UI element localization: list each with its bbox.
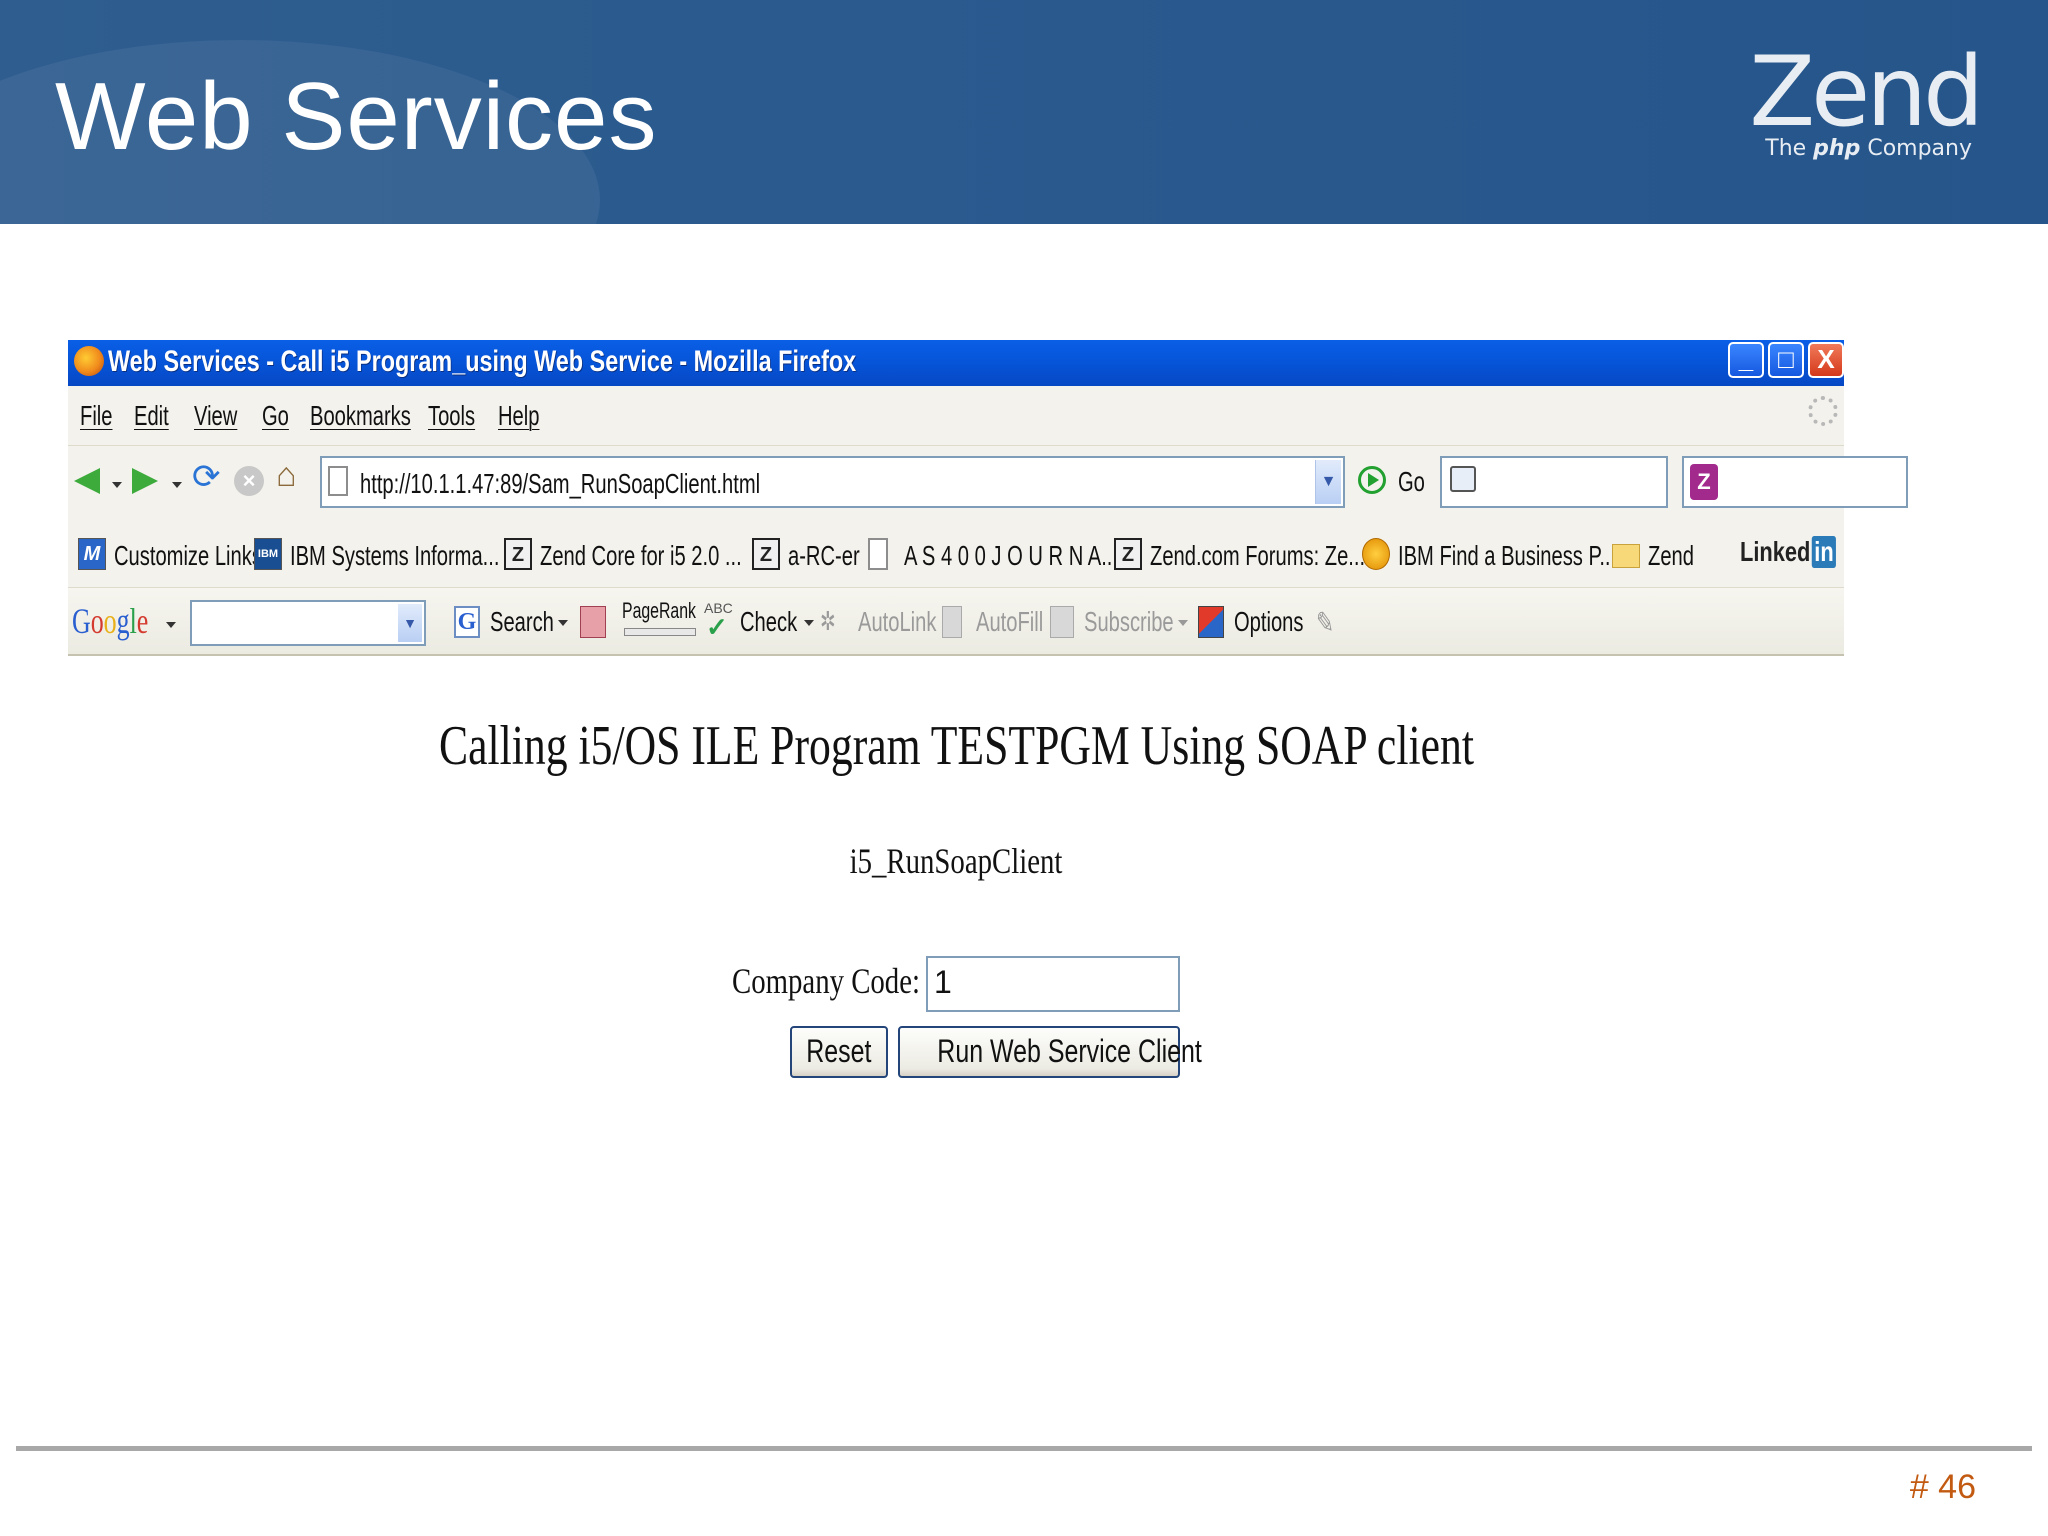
google-logo[interactable]: Google <box>72 600 148 642</box>
firefox-window: Web Services - Call i5 Program_using Web… <box>68 340 1908 1100</box>
address-dropdown-icon[interactable]: ▼ <box>1315 460 1341 504</box>
stop-icon[interactable]: × <box>234 466 264 496</box>
linkedin-button[interactable]: Linked in <box>1740 536 1837 568</box>
customize-icon: M <box>78 538 106 570</box>
navigation-toolbar: ⟳ × ⌂ http://10.1.1.47:89/Sam_RunSoapCli… <box>68 446 1908 518</box>
options-button[interactable]: Options <box>1234 606 1303 638</box>
address-text[interactable]: http://10.1.1.47:89/Sam_RunSoapClient.ht… <box>360 468 760 500</box>
zend-icon: Z <box>752 538 780 570</box>
bookmark-label: IBM Find a Business P... <box>1398 540 1617 571</box>
linkedin-text: Linked <box>1740 536 1811 567</box>
maximize-button[interactable]: □ <box>1768 342 1804 378</box>
google-g-icon[interactable]: G <box>454 606 480 638</box>
highlighter-icon[interactable]: ✎ <box>1316 606 1334 641</box>
window-title: Web Services - Call i5 Program_using Web… <box>108 345 857 378</box>
bookmark-label: A S 4 0 0 J O U R N A... <box>904 540 1119 571</box>
checkmark-icon: ✓ <box>706 612 728 642</box>
check-button[interactable]: Check <box>740 606 797 638</box>
search-engine-icon[interactable] <box>1450 466 1476 492</box>
menu-edit[interactable]: Edit <box>134 400 169 432</box>
page-heading: Calling i5/OS ILE Program TESTPGM Using … <box>438 715 1474 777</box>
throbber-icon <box>1808 396 1838 426</box>
options-icon <box>1198 606 1224 638</box>
subscribe-icon <box>1050 606 1074 638</box>
firefox-icon <box>74 346 104 376</box>
google-search-input[interactable]: ▼ <box>190 600 426 646</box>
check-dropdown-icon[interactable] <box>804 620 814 626</box>
bookmark-label: Zend Core for i5 2.0 ... <box>540 540 742 571</box>
bookmark-label: a-RC-er <box>788 540 860 571</box>
minimize-button[interactable]: _ <box>1728 342 1764 378</box>
zend-search-icon[interactable]: Z <box>1690 464 1718 500</box>
run-web-service-client-button[interactable]: Run Web Service Client <box>898 1026 1202 1078</box>
zend-logo: Zend The php Company <box>1740 36 1984 164</box>
menu-bar: File Edit View Go Bookmarks Tools Help <box>68 386 1844 446</box>
menu-help[interactable]: Help <box>498 400 539 432</box>
subscribe-button[interactable]: Subscribe <box>1084 606 1174 638</box>
autofill-icon <box>942 606 962 638</box>
menu-go[interactable]: Go <box>262 400 289 432</box>
subscribe-dropdown-icon[interactable] <box>1178 620 1188 626</box>
search-dropdown-icon[interactable] <box>558 620 568 626</box>
menu-tools[interactable]: Tools <box>428 400 475 432</box>
window-titlebar[interactable]: Web Services - Call i5 Program_using Web… <box>68 340 1844 386</box>
autolink-button[interactable]: AutoLink <box>858 606 936 638</box>
menu-file[interactable]: File <box>80 400 112 432</box>
bookmarks-toolbar: M Customize Links IBM IBM Systems Inform… <box>68 518 1844 588</box>
form-title: i5_RunSoapClient <box>849 841 1063 881</box>
go-icon[interactable] <box>1358 466 1386 494</box>
footer-divider <box>16 1446 2032 1451</box>
google-search-button[interactable]: Search <box>490 606 554 638</box>
google-search-dropdown-icon[interactable]: ▼ <box>398 604 422 642</box>
zend-icon: Z <box>504 538 532 570</box>
menu-view[interactable]: View <box>194 400 237 432</box>
bookmark-label: Zend.com Forums: Ze... <box>1150 540 1366 571</box>
back-arrow-icon[interactable] <box>74 466 104 496</box>
reset-button[interactable]: Reset <box>790 1026 888 1078</box>
logo-word: Zend <box>1749 36 1984 148</box>
search-box[interactable] <box>1440 456 1668 508</box>
zend-icon: Z <box>1114 538 1142 570</box>
google-menu-dropdown-icon[interactable] <box>166 622 176 628</box>
forward-arrow-icon[interactable] <box>130 466 160 496</box>
logo-tagline: The php Company <box>1765 136 1972 161</box>
reload-icon[interactable]: ⟳ <box>192 460 222 494</box>
page-icon <box>868 538 888 570</box>
slide-header: Web Services Zend The php Company <box>0 0 2048 224</box>
page-icon <box>328 466 348 496</box>
google-toolbar: Google ▼ G Search PageRank ABC ✓ Check ✲… <box>68 588 1844 656</box>
zend-search-box[interactable]: Z <box>1682 456 1908 508</box>
address-bar[interactable]: http://10.1.1.47:89/Sam_RunSoapClient.ht… <box>320 456 1345 508</box>
menu-bookmarks[interactable]: Bookmarks <box>310 400 411 432</box>
company-code-label: Company Code: <box>732 961 920 1001</box>
close-button[interactable]: X <box>1808 342 1844 378</box>
pagerank-label: PageRank <box>622 598 696 623</box>
home-icon[interactable]: ⌂ <box>276 458 306 492</box>
slide-title: Web Services <box>55 63 658 170</box>
bookmark-label: IBM Systems Informa... <box>290 540 500 571</box>
coin-icon <box>1362 538 1390 570</box>
bookmark-label: Zend <box>1648 540 1694 571</box>
go-button-label[interactable]: Go <box>1398 466 1425 498</box>
autolink-wand-icon: ✲ <box>820 606 836 636</box>
back-dropdown-icon[interactable] <box>112 482 122 488</box>
company-code-input[interactable]: 1 <box>926 956 1180 1012</box>
forward-dropdown-icon[interactable] <box>172 482 182 488</box>
popup-blocker-icon[interactable] <box>580 606 606 638</box>
autofill-button[interactable]: AutoFill <box>976 606 1043 638</box>
bookmark-label: Customize Links <box>114 540 262 571</box>
folder-icon <box>1612 544 1640 568</box>
slide-page-number: # 46 <box>1909 1468 1976 1506</box>
pagerank-bar <box>624 628 696 636</box>
ibm-icon: IBM <box>254 538 282 570</box>
linkedin-icon: in <box>1811 536 1837 568</box>
